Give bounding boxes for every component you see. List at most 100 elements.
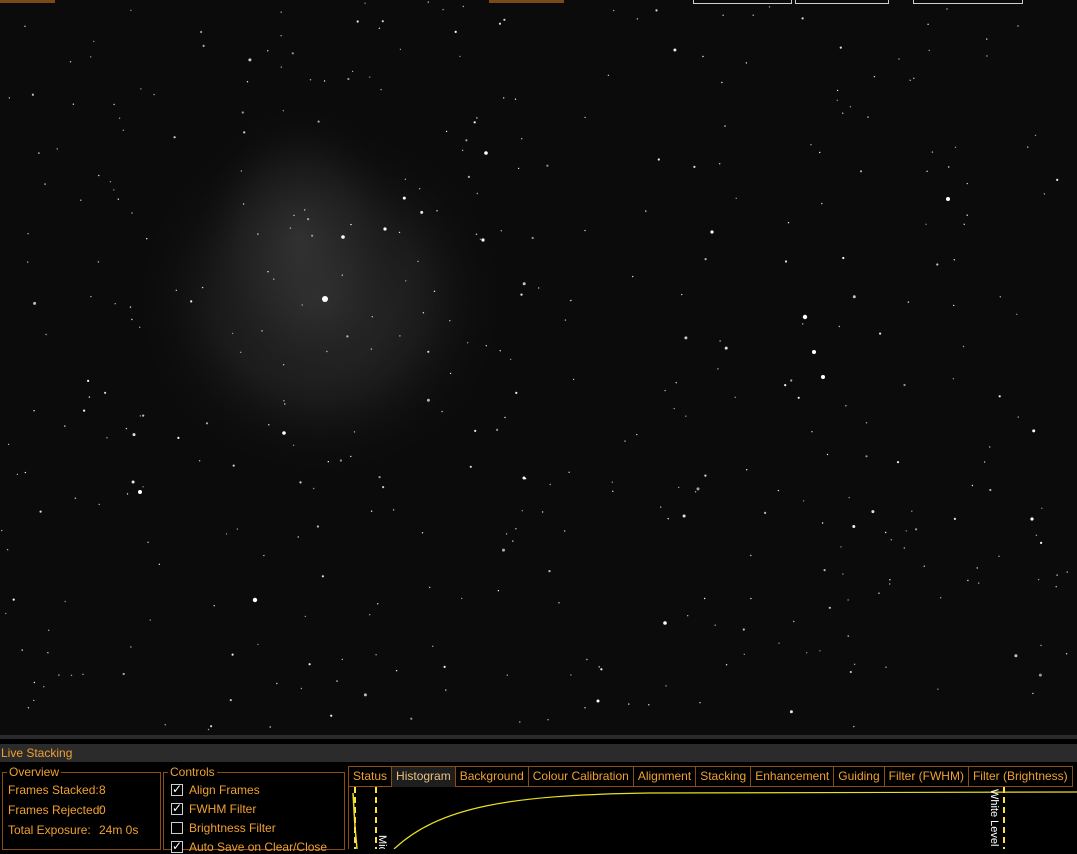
toolbar-button[interactable] (489, 0, 564, 3)
toolbar-button[interactable] (0, 0, 55, 3)
star (70, 674, 73, 676)
star (983, 461, 986, 463)
tab-status[interactable]: Status (348, 766, 392, 787)
star (45, 333, 47, 336)
brightness-filter-checkbox[interactable]: Brightness Filter (171, 821, 276, 835)
star (810, 144, 812, 146)
fwhm-filter-checkbox[interactable]: FWHM Filter (171, 801, 256, 816)
star (873, 76, 876, 78)
star (802, 500, 805, 502)
stacked-image-view[interactable] (0, 0, 1077, 747)
tab-guiding[interactable]: Guiding (833, 766, 884, 787)
star (845, 405, 847, 407)
panel-title: Live Stacking (0, 744, 1077, 762)
star (378, 476, 381, 479)
tab-alignment[interactable]: Alignment (632, 766, 696, 787)
star (481, 238, 485, 242)
star (847, 635, 849, 637)
star (399, 335, 401, 337)
live-stacking-panel: Live Stacking Overview Frames Stacked: 8… (0, 735, 1077, 854)
star (382, 486, 385, 489)
star (660, 506, 662, 508)
star (98, 503, 100, 506)
transfer-curve (393, 791, 1077, 849)
tab-colour-calibration[interactable]: Colour Calibration (527, 766, 633, 787)
tab-filter-brightness[interactable]: Filter (Brightness) (967, 766, 1073, 787)
star (702, 55, 704, 58)
star (292, 444, 295, 446)
star (1040, 644, 1042, 647)
star (326, 350, 328, 353)
tab-histogram[interactable]: Histogram (391, 766, 455, 787)
toolbar-field[interactable] (693, 0, 792, 4)
star (153, 93, 155, 96)
star (291, 52, 294, 55)
star (27, 707, 30, 709)
star (699, 702, 701, 704)
star (175, 289, 177, 291)
toolbar-field[interactable] (913, 0, 1023, 4)
star (473, 121, 476, 124)
star (859, 170, 863, 173)
star (889, 583, 891, 585)
star (806, 652, 808, 654)
star (784, 260, 788, 263)
tab-stacking[interactable]: Stacking (695, 766, 751, 787)
star (267, 50, 269, 52)
star (564, 530, 566, 532)
star (905, 530, 907, 532)
star (109, 181, 112, 183)
star (88, 396, 91, 398)
star (98, 174, 100, 177)
star (122, 129, 125, 131)
star (923, 565, 925, 567)
star (6, 549, 9, 551)
star (330, 714, 333, 717)
align-frames-checkbox[interactable]: Align Frames (171, 782, 260, 797)
star (665, 685, 667, 687)
star (341, 658, 343, 661)
star (890, 539, 892, 541)
star (724, 125, 726, 127)
star (139, 415, 142, 417)
toolbar-field[interactable] (795, 0, 889, 4)
star (694, 491, 697, 493)
mid-label: Mid (376, 835, 388, 849)
auto-save-checkbox[interactable]: Auto Save on Clear/Close (171, 839, 327, 854)
tab-background[interactable]: Background (454, 766, 528, 787)
star (146, 238, 148, 240)
star (498, 22, 502, 25)
star (852, 525, 856, 528)
star (522, 476, 526, 480)
star (126, 493, 129, 495)
star (952, 378, 955, 380)
tab-filter-fwhm[interactable]: Filter (FWHM) (883, 766, 968, 787)
frames-stacked-label: Frames Stacked: (8, 783, 99, 797)
star (693, 165, 696, 168)
overview-group: Overview Frames Stacked: 8 Frames Reject… (2, 765, 161, 850)
star (69, 61, 72, 63)
star (479, 238, 482, 240)
star (505, 533, 508, 535)
star (399, 48, 402, 51)
star (971, 484, 974, 487)
tab-enhancement[interactable]: Enhancement (750, 766, 834, 787)
star (369, 614, 371, 616)
star (1027, 146, 1029, 148)
star (1014, 654, 1018, 658)
star (750, 597, 752, 600)
star (569, 299, 572, 302)
star (896, 461, 900, 464)
star (198, 460, 201, 462)
star (547, 719, 549, 721)
star (546, 164, 549, 167)
total-exposure-value: 24m 0s (99, 823, 139, 837)
star (336, 680, 338, 682)
star (240, 351, 242, 353)
star (114, 303, 116, 305)
star (548, 570, 551, 573)
star (350, 223, 352, 226)
star (878, 592, 880, 594)
star (466, 342, 469, 344)
histogram-view[interactable]: Mid White Level (348, 787, 1077, 849)
